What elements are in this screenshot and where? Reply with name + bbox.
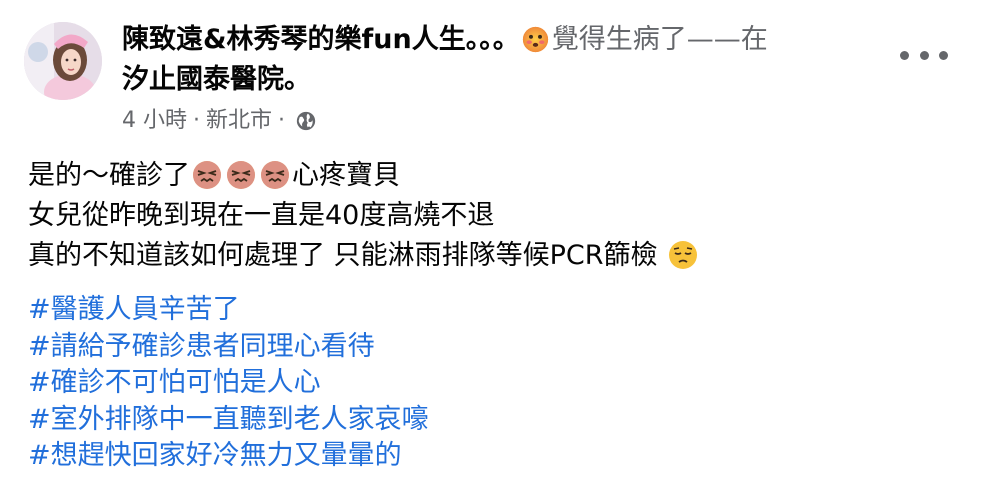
author-name[interactable]: 陳致遠&林秀琴的樂fun人生 [122, 24, 466, 55]
author-avatar[interactable] [24, 22, 102, 100]
body-line-3: 真的不知道該如何處理了 只能淋雨排隊等候PCR篩檢 [28, 236, 958, 276]
post-body: 是的～確診了 心疼寶貝 女兒從昨晚到現在一直是40度高燒不退 真的不知道該如何處理… [28, 156, 958, 276]
meta-dot: · [278, 108, 286, 133]
globe-icon[interactable] [295, 110, 317, 132]
meta-dot: · [193, 108, 200, 133]
persevering-face-emoji-icon [261, 161, 289, 189]
body-line-1-text-b: 心疼寶貝 [292, 160, 400, 191]
pensive-face-emoji-icon [669, 241, 698, 269]
more-dot-icon [900, 50, 909, 60]
post-meta: 4 小時 · 新北市 · [122, 106, 317, 136]
hashtag-list: #醫護人員辛苦了 #請給予確診患者同理心看待 #確診不可怕可怕是人心 #室外排隊… [28, 292, 429, 475]
feeling-dash: —— [686, 24, 741, 55]
location-link[interactable]: 汐止國泰醫院 [122, 64, 284, 95]
post-header: 陳致遠&林秀琴的樂fun人生。。。 覺得生病了——在 汐止國泰醫院。 [122, 20, 892, 100]
hashtag-link[interactable]: #確診不可怕可怕是人心 [28, 365, 429, 402]
persevering-face-emoji-icon [193, 161, 221, 189]
location-suffix: 。 [284, 64, 311, 95]
hashtag-link[interactable]: #醫護人員辛苦了 [28, 292, 429, 329]
more-dot-icon [939, 50, 948, 60]
feeling-text: 覺得生病了 [551, 24, 687, 55]
more-dot-icon [919, 50, 929, 60]
hashtag-link[interactable]: #室外排隊中一直聽到老人家哀嚎 [28, 402, 429, 439]
avatar-image [24, 22, 102, 100]
body-line-1: 是的～確診了 心疼寶貝 [28, 156, 958, 196]
body-line-3-text: 真的不知道該如何處理了 只能淋雨排隊等候PCR篩檢 [28, 240, 658, 271]
title-separator: 。。。 [465, 24, 520, 55]
body-line-2: 女兒從昨晚到現在一直是40度高燒不退 [28, 200, 495, 231]
hashtag-link[interactable]: #請給予確診患者同理心看待 [28, 329, 429, 366]
body-line-1-text-a: 是的～確診了 [28, 160, 190, 191]
more-options-button[interactable] [900, 40, 948, 70]
sick-face-emoji-icon [522, 26, 548, 53]
post-place[interactable]: 新北市 [206, 106, 272, 136]
location-prefix: 在 [740, 24, 768, 55]
persevering-face-emoji-icon [227, 161, 255, 189]
post-time[interactable]: 4 小時 [122, 106, 187, 136]
hashtag-link[interactable]: #想趕快回家好冷無力又暈暈的 [28, 438, 429, 475]
post-title: 陳致遠&林秀琴的樂fun人生。。。 覺得生病了——在 汐止國泰醫院。 [122, 20, 892, 100]
